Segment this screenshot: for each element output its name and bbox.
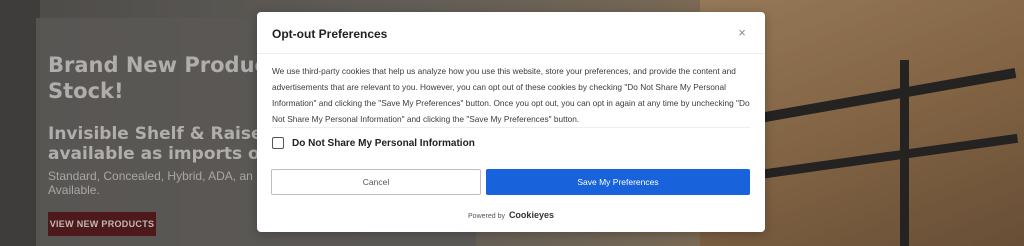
- cancel-button[interactable]: Cancel: [271, 169, 481, 195]
- modal-description: We use third-party cookies that help us …: [272, 66, 750, 124]
- modal-header: Opt-out Preferences ×: [257, 12, 765, 54]
- powered-by-text: Powered by: [468, 213, 505, 220]
- divider: [272, 127, 750, 128]
- close-icon[interactable]: ×: [735, 26, 749, 40]
- modal-title: Opt-out Preferences: [272, 27, 388, 41]
- do-not-share-option[interactable]: Do Not Share My Personal Information: [272, 135, 475, 151]
- save-preferences-button[interactable]: Save My Preferences: [486, 169, 750, 195]
- powered-by: Powered by Cookieyes: [257, 210, 765, 220]
- cookieyes-logo[interactable]: Cookieyes: [509, 210, 554, 220]
- opt-out-preferences-modal: Opt-out Preferences × We use third-party…: [257, 12, 765, 232]
- do-not-share-label[interactable]: Do Not Share My Personal Information: [292, 138, 475, 149]
- do-not-share-checkbox[interactable]: [272, 137, 284, 149]
